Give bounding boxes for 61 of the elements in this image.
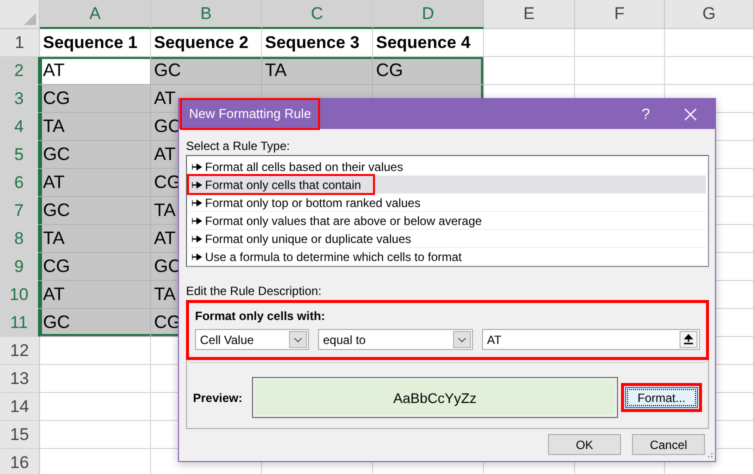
column-header[interactable]: E bbox=[484, 0, 575, 29]
dialog-button[interactable]: OK bbox=[548, 434, 621, 455]
table-cell: TA bbox=[40, 225, 151, 253]
row-header[interactable]: 14 bbox=[0, 393, 40, 421]
table-cell: CG bbox=[40, 253, 151, 281]
rule-type-item[interactable]: Format only cells that contain bbox=[189, 176, 706, 194]
column-header[interactable]: C bbox=[262, 0, 373, 29]
row-header[interactable]: 5 bbox=[0, 141, 40, 169]
row-header[interactable]: 6 bbox=[0, 169, 40, 197]
preview-label: Preview: bbox=[193, 390, 244, 404]
rule-type-item[interactable]: Format only values that are above or below average bbox=[189, 212, 706, 230]
rule-type-item[interactable]: Use a formula to determine which cells to format bbox=[189, 248, 706, 266]
table-cell: AT bbox=[40, 169, 151, 197]
operand-dropdown[interactable]: Cell Value bbox=[195, 329, 309, 350]
table-cell: GC bbox=[151, 57, 262, 85]
table-cell: TA bbox=[262, 57, 373, 85]
column-header[interactable]: F bbox=[575, 0, 665, 29]
resize-grip-icon[interactable] bbox=[705, 451, 713, 459]
row-header[interactable]: 11 bbox=[0, 309, 40, 337]
row-header[interactable]: 4 bbox=[0, 113, 40, 141]
row-header[interactable]: 2 bbox=[0, 57, 40, 85]
row-header[interactable]: 1 bbox=[0, 29, 40, 57]
format-button[interactable]: Format... bbox=[625, 387, 698, 408]
operator-dropdown[interactable]: equal to bbox=[318, 329, 473, 350]
table-cell: CG bbox=[40, 85, 151, 113]
column-header[interactable]: B bbox=[151, 0, 262, 29]
column-header[interactable]: D bbox=[373, 0, 484, 29]
row-header[interactable]: 9 bbox=[0, 253, 40, 281]
close-icon[interactable] bbox=[684, 108, 697, 120]
dialog-button[interactable]: Cancel bbox=[632, 434, 705, 455]
table-cell: AT bbox=[40, 57, 151, 85]
table-cell: AT bbox=[40, 281, 151, 309]
dialog-title: New Formatting Rule bbox=[180, 98, 320, 130]
row-header[interactable]: 13 bbox=[0, 365, 40, 393]
arrow-icon bbox=[192, 180, 202, 188]
table-cell: TA bbox=[40, 113, 151, 141]
rule-type-item[interactable]: Format only top or bottom ranked values bbox=[189, 194, 706, 212]
arrow-icon bbox=[192, 252, 202, 260]
row-header[interactable]: 15 bbox=[0, 421, 40, 449]
preview-sample: AaBbCcYyZz bbox=[252, 378, 617, 417]
column-header[interactable]: A bbox=[40, 0, 151, 29]
row-header[interactable]: 3 bbox=[0, 85, 40, 113]
collapse-icon[interactable] bbox=[679, 331, 698, 348]
arrow-icon bbox=[192, 216, 202, 224]
table-cell: GC bbox=[40, 309, 151, 337]
table-cell: GC bbox=[40, 197, 151, 225]
table-cell: GC bbox=[40, 141, 151, 169]
arrow-icon bbox=[192, 234, 202, 242]
row-header[interactable]: 16 bbox=[0, 449, 40, 474]
row-header[interactable]: 12 bbox=[0, 337, 40, 365]
rule-type-item[interactable]: Format only unique or duplicate values bbox=[189, 230, 706, 248]
column-header[interactable]: G bbox=[665, 0, 754, 29]
row-header[interactable]: 7 bbox=[0, 197, 40, 225]
triangle-icon bbox=[24, 13, 36, 25]
row-header[interactable]: 8 bbox=[0, 225, 40, 253]
arrow-icon bbox=[192, 162, 202, 170]
help-button[interactable]: ? bbox=[642, 106, 650, 122]
row-header[interactable]: 10 bbox=[0, 281, 40, 309]
value-field[interactable]: AT bbox=[482, 329, 700, 350]
table-cell: CG bbox=[373, 57, 484, 85]
arrow-icon bbox=[192, 198, 202, 206]
